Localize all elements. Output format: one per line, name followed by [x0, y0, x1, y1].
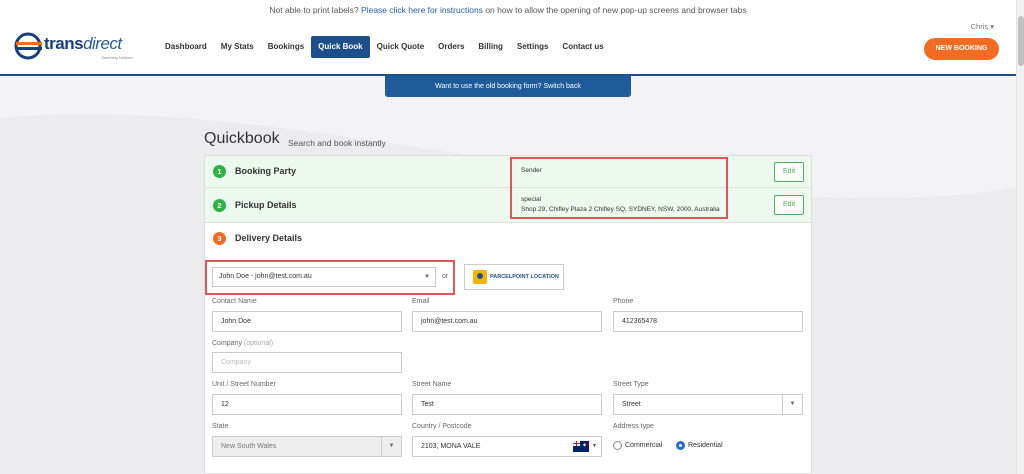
address-type-commercial-label[interactable]: Commercial — [625, 442, 662, 449]
nav-bookings[interactable]: Bookings — [261, 36, 311, 58]
address-type-residential-label[interactable]: Residential — [688, 442, 723, 449]
parcelpoint-label: PARCELPOINT LOCATION — [490, 274, 559, 280]
company-placeholder: Company — [221, 359, 251, 366]
nav-my-stats[interactable]: My Stats — [214, 36, 261, 58]
state-value: New South Wales — [221, 443, 277, 450]
country-postcode-value: 2103, MONA VALE — [421, 443, 481, 450]
top-header: transdirect Delivering Solutions Dashboa… — [0, 20, 1016, 76]
edit-pickup-details-button[interactable]: Edit — [774, 195, 804, 215]
address-type-label: Address type — [613, 423, 654, 430]
chevron-down-icon: ▼ — [424, 274, 430, 280]
contact-name-field[interactable]: John Doe — [212, 311, 402, 332]
nav-billing[interactable]: Billing — [471, 36, 509, 58]
nav-settings[interactable]: Settings — [510, 36, 556, 58]
brand-tagline: Delivering Solutions — [102, 56, 133, 60]
street-type-select[interactable]: Street ▼ — [613, 394, 803, 415]
step-number: 1 — [213, 165, 226, 178]
user-menu[interactable]: Chris ▾ — [971, 22, 994, 31]
chevron-down-icon: ▾ — [990, 22, 994, 31]
phone-label: Phone — [613, 298, 634, 305]
phone-field[interactable]: 412365478 — [613, 311, 803, 332]
street-name-value: Test — [421, 401, 434, 408]
contact-select[interactable]: John Doe - john@test.com.au ▼ — [212, 267, 436, 287]
state-label: State — [212, 423, 229, 430]
main-nav: Dashboard My Stats Bookings Quick Book Q… — [158, 36, 611, 58]
parcelpoint-icon — [473, 270, 487, 284]
brand-name: transdirect — [44, 34, 122, 53]
step-delivery-details: 3 Delivery Details — [205, 223, 811, 255]
edit-booking-party-button[interactable]: Edit — [774, 162, 804, 182]
logo-mark-icon — [14, 32, 42, 60]
chevron-down-icon: ▼ — [592, 443, 597, 449]
unit-field[interactable]: 12 — [212, 394, 402, 415]
nav-orders[interactable]: Orders — [431, 36, 471, 58]
company-field[interactable]: Company — [212, 352, 402, 373]
street-type-label: Street Type — [613, 381, 649, 388]
street-name-label: Street Name — [412, 381, 452, 388]
address-type-commercial-radio[interactable] — [613, 441, 622, 450]
nav-quick-book[interactable]: Quick Book — [311, 36, 370, 58]
step-number: 2 — [213, 199, 226, 212]
print-labels-notice: Not able to print labels? Please click h… — [0, 0, 1016, 20]
switch-back-banner[interactable]: Want to use the old booking form? Switch… — [385, 76, 631, 97]
user-name: Chris — [970, 22, 989, 31]
contact-select-value: John Doe - john@test.com.au — [219, 273, 312, 280]
company-label: Company (optional) — [212, 340, 274, 347]
nav-contact-us[interactable]: Contact us — [555, 36, 610, 58]
notice-suffix: on how to allow the opening of new pop-u… — [485, 5, 747, 15]
notice-prefix: Not able to print labels? — [269, 5, 359, 15]
street-name-field[interactable]: Test — [412, 394, 602, 415]
phone-value: 412365478 — [622, 318, 658, 325]
street-type-value: Street — [622, 401, 641, 408]
step-number: 3 — [213, 232, 226, 245]
email-label: Email — [412, 298, 430, 305]
step-label: Booking Party — [235, 166, 297, 176]
nav-dashboard[interactable]: Dashboard — [158, 36, 214, 58]
or-separator: or — [442, 273, 449, 280]
chevron-down-icon[interactable]: ▼ — [782, 395, 802, 414]
new-booking-button[interactable]: NEW BOOKING — [924, 38, 999, 60]
parcelpoint-location-button[interactable]: PARCELPOINT LOCATION — [464, 264, 564, 290]
email-field[interactable]: john@test.com.au — [412, 311, 602, 332]
contact-name-value: John Doe — [221, 318, 251, 325]
transdirect-logo[interactable]: transdirect Delivering Solutions — [14, 32, 134, 62]
step-label: Delivery Details — [235, 233, 303, 243]
contact-name-label: Contact Name — [212, 298, 257, 305]
scrollbar-thumb[interactable] — [1018, 16, 1024, 66]
unit-value: 12 — [221, 401, 229, 408]
page-title: Quickbook — [204, 130, 280, 147]
nav-quick-quote[interactable]: Quick Quote — [370, 36, 432, 58]
summary-highlight-box — [510, 157, 728, 219]
email-value: john@test.com.au — [421, 318, 478, 325]
step-label: Pickup Details — [235, 200, 297, 210]
page-subtitle: Search and book instantly — [288, 138, 386, 148]
unit-label: Unit / Street Number — [212, 381, 276, 388]
page-scrollbar[interactable] — [1016, 0, 1024, 474]
state-select[interactable]: New South Wales ▼ — [212, 436, 402, 457]
instructions-link[interactable]: Please click here for instructions — [361, 5, 483, 15]
chevron-down-icon[interactable]: ▼ — [381, 437, 401, 456]
country-postcode-label: Country / Postcode — [412, 423, 472, 430]
address-type-residential-radio[interactable] — [676, 441, 685, 450]
country-postcode-field[interactable]: 2103, MONA VALE ▼ — [412, 436, 602, 457]
australia-flag-icon[interactable] — [573, 441, 589, 452]
